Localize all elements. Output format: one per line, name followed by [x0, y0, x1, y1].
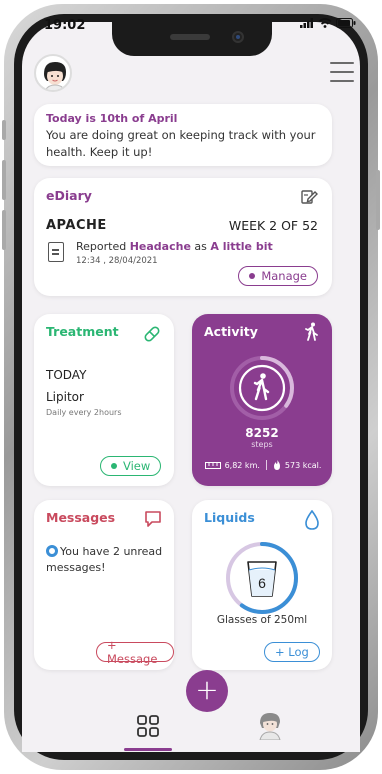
drug-frequency: Daily every 2hours — [46, 408, 122, 417]
drop-icon — [305, 510, 319, 530]
liquids-title: Liquids — [204, 510, 255, 525]
flame-icon — [273, 460, 280, 470]
liquids-card[interactable]: Liquids 6 Glasses of 250ml + Log — [192, 500, 332, 670]
study-name: APACHE — [46, 218, 107, 233]
bullet-icon — [249, 273, 256, 279]
manage-button[interactable]: Manage — [238, 266, 318, 286]
unread-messages: You have 2 unread messages! — [46, 545, 163, 574]
banner-date: Today is 10th of April — [46, 112, 178, 125]
unread-indicator-icon — [46, 545, 58, 557]
activity-card[interactable]: Activity 8252 steps 6,82 km. 573 kcal. — [192, 314, 332, 486]
notch — [112, 22, 272, 56]
speaker — [170, 34, 210, 40]
edit-icon[interactable] — [300, 188, 318, 206]
user-avatar[interactable] — [34, 54, 72, 92]
ediary-title: eDiary — [46, 188, 92, 203]
view-label: View — [123, 459, 151, 473]
report-timestamp: 12:34 , 28/04/2021 — [76, 256, 158, 266]
document-icon — [48, 242, 64, 262]
add-fab-button[interactable]: + — [186, 670, 228, 712]
add-message-button[interactable]: + Message — [96, 638, 174, 666]
activity-title: Activity — [204, 324, 258, 339]
walking-icon — [305, 322, 318, 341]
study-week: WEEK 2 OF 52 — [228, 218, 318, 233]
wifi-icon — [318, 18, 332, 28]
ruler-icon — [204, 461, 221, 469]
status-time: 19:02 — [44, 18, 86, 33]
activity-stats: 6,82 km. 573 kcal. — [198, 460, 328, 470]
battery-icon — [336, 18, 356, 28]
daily-banner: Today is 10th of April You are doing gre… — [34, 104, 332, 166]
banner-message: You are doing great on keeping track wit… — [46, 128, 316, 159]
camera — [232, 31, 244, 43]
pill-icon — [144, 326, 160, 342]
steps-count: 8252 — [245, 426, 279, 440]
profile-nav-icon[interactable] — [256, 710, 284, 740]
glasses-count: 6 — [258, 575, 266, 591]
drug-name: Lipitor — [46, 390, 84, 404]
chat-icon — [145, 511, 161, 527]
last-report: Reported Headache as A little bit — [76, 240, 273, 253]
manage-label: Manage — [261, 269, 307, 283]
ediary-card[interactable]: eDiary APACHE WEEK 2 OF 52 Reported Head… — [34, 178, 332, 296]
liquids-progress-ring: 6 — [226, 542, 298, 614]
symptom-name: Headache — [129, 240, 191, 253]
view-button[interactable]: View — [100, 456, 162, 476]
distance-value: 6,82 km. — [224, 460, 260, 470]
treatment-card[interactable]: Treatment TODAY Lipitor Daily every 2hou… — [34, 314, 174, 486]
power-button — [376, 170, 380, 230]
plus-icon: + — [195, 672, 219, 706]
steps-label: steps — [251, 440, 273, 449]
bullet-icon — [111, 463, 117, 469]
symptom-severity: A little bit — [210, 240, 273, 253]
log-liquid-button[interactable]: + Log — [264, 642, 320, 662]
treatment-today: TODAY — [46, 368, 87, 382]
signal-icon — [300, 18, 313, 28]
log-liquid-label: + Log — [275, 645, 309, 659]
calories-value: 573 kcal. — [284, 460, 322, 470]
status-icons — [300, 18, 356, 28]
active-tab-indicator — [124, 748, 172, 751]
side-button — [2, 120, 6, 140]
hamburger-icon[interactable] — [330, 62, 354, 82]
activity-progress-ring — [230, 356, 294, 420]
grid-icon[interactable] — [136, 714, 160, 738]
volume-down-button — [2, 210, 6, 250]
glasses-text: Glasses of 250ml — [216, 614, 308, 626]
volume-up-button — [2, 160, 6, 200]
add-message-label: + Message — [107, 638, 158, 666]
messages-card[interactable]: Messages You have 2 unread messages! + M… — [34, 500, 174, 670]
